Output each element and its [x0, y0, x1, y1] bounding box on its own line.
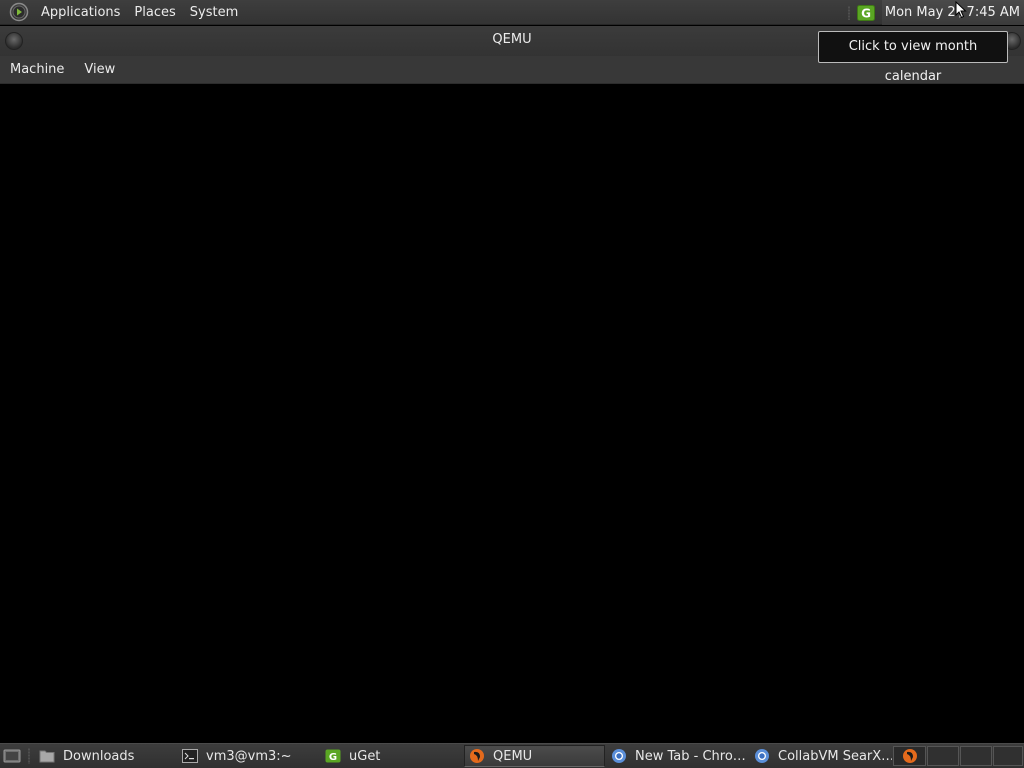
calendar-tooltip: Click to view month calendar [818, 31, 1008, 84]
workspace-4[interactable] [993, 746, 1023, 766]
chromium-icon [611, 748, 627, 764]
qemu-icon [902, 748, 918, 768]
workspace-3[interactable] [960, 746, 992, 766]
places-menu[interactable]: Places [127, 0, 182, 25]
menu-view[interactable]: View [74, 56, 125, 84]
task-terminal[interactable]: vm3@vm3:~ [178, 745, 318, 767]
terminal-icon [182, 748, 198, 764]
task-label: Downloads [63, 748, 135, 764]
task-downloads[interactable]: Downloads [35, 745, 173, 767]
task-chromium-newtab[interactable]: New Tab - Chro… [607, 745, 749, 767]
panel-separator [847, 5, 850, 20]
svg-text:G: G [861, 6, 871, 20]
notification-area: G Mon May 2 , 7:45 AM [847, 0, 1024, 25]
system-menu[interactable]: System [183, 0, 245, 25]
mouse-pointer-icon [955, 0, 967, 23]
qemu-icon [469, 748, 485, 764]
applications-menu[interactable]: Applications [34, 0, 127, 25]
folder-icon [39, 748, 55, 764]
workspace-2[interactable] [927, 746, 959, 766]
task-label: vm3@vm3:~ [206, 748, 292, 764]
menu-machine[interactable]: Machine [0, 56, 74, 84]
taskbar: Downloads vm3@vm3:~ G uGet QEMU New Tab … [0, 743, 1024, 768]
task-label: CollabVM SearX… [778, 748, 892, 764]
task-chromium-collabvm[interactable]: CollabVM SearX… [750, 745, 892, 767]
clock[interactable]: Mon May 2 , 7:45 AM [881, 0, 1024, 25]
uget-icon: G [325, 748, 341, 764]
task-uget[interactable]: G uGet [321, 745, 461, 767]
task-label: New Tab - Chro… [635, 748, 746, 764]
task-label: uGet [349, 748, 381, 764]
uget-tray-icon[interactable]: G [856, 4, 876, 22]
taskbar-separator [28, 748, 30, 764]
task-qemu[interactable]: QEMU [464, 745, 605, 767]
task-label: QEMU [493, 748, 533, 764]
vm-display[interactable] [0, 84, 1024, 743]
show-desktop-icon[interactable] [1, 747, 23, 765]
mate-logo-icon[interactable] [8, 1, 30, 23]
workspace-switcher[interactable] [893, 746, 926, 766]
svg-text:G: G [329, 752, 337, 763]
chromium-icon [754, 748, 770, 764]
top-panel: Applications Places System G Mon May 2 ,… [0, 0, 1024, 25]
